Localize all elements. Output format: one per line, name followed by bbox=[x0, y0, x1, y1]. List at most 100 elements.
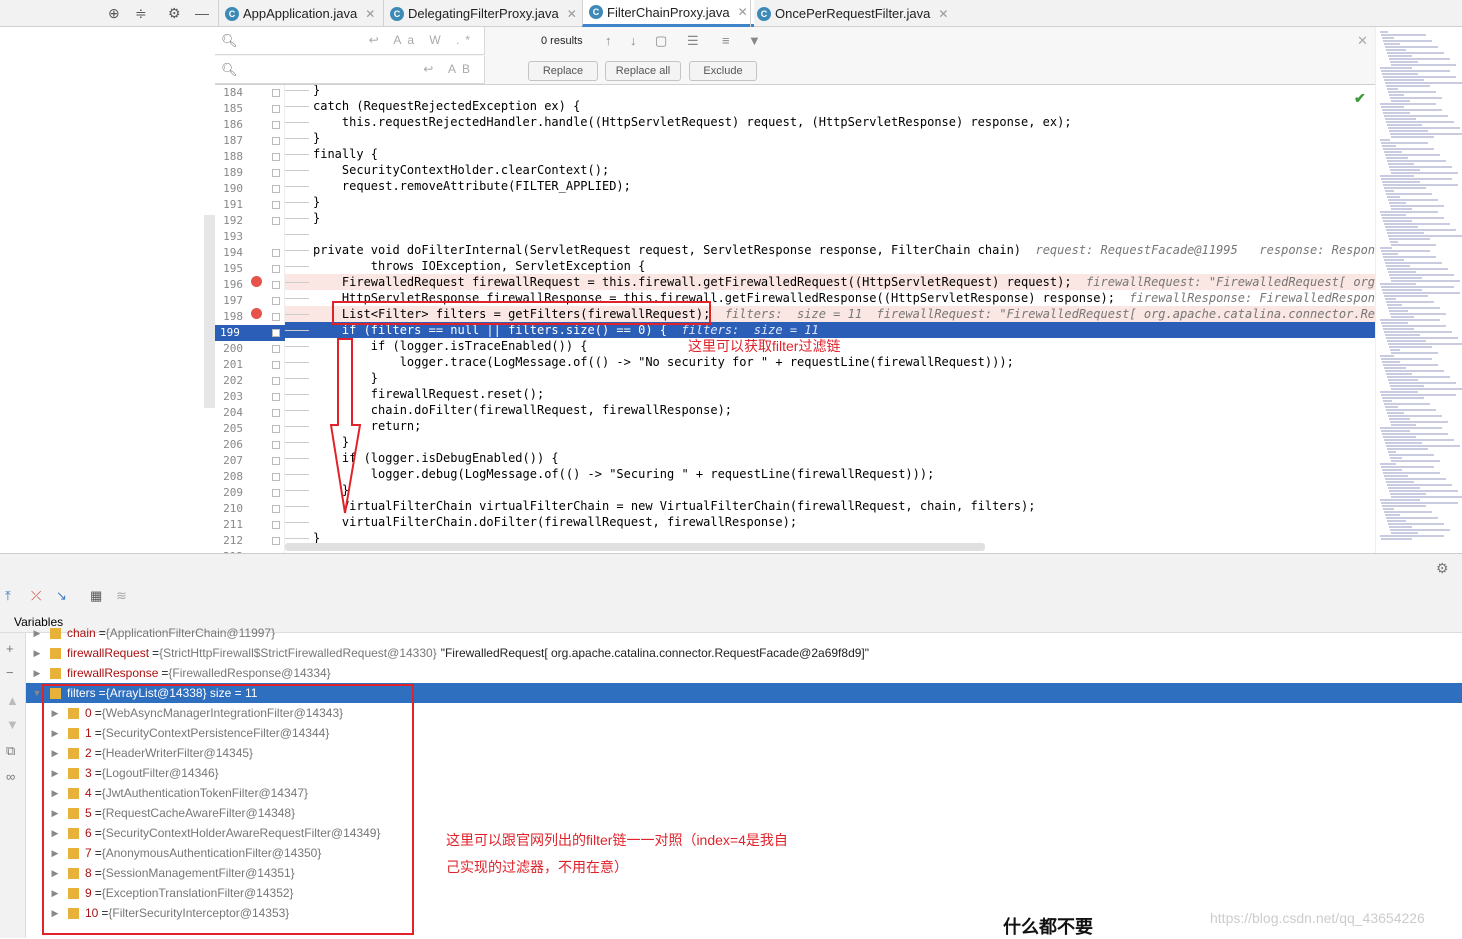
line-number[interactable]: 186 bbox=[215, 117, 243, 133]
arrow-up-icon[interactable]: ↑ bbox=[605, 33, 612, 48]
variable-row-firewallrequest[interactable]: ▶ firewallRequest = {StrictHttpFirewall$St… bbox=[26, 643, 1462, 663]
line-number[interactable]: 193 bbox=[215, 229, 243, 245]
fold-marker[interactable] bbox=[272, 489, 280, 497]
line-number[interactable]: 211 bbox=[215, 517, 243, 533]
gear-icon[interactable]: ⚙ bbox=[1436, 560, 1449, 577]
code-line[interactable]: logger.debug(LogMessage.of(() -> "Securi… bbox=[285, 466, 1375, 482]
fold-marker[interactable] bbox=[272, 313, 280, 321]
chevron-right-icon[interactable]: ▶ bbox=[30, 648, 44, 659]
fold-marker[interactable] bbox=[272, 393, 280, 401]
target-icon[interactable]: ⊕ bbox=[108, 5, 120, 22]
fold-marker[interactable] bbox=[272, 137, 280, 145]
line-number[interactable]: 185 bbox=[215, 101, 243, 117]
step-out-icon[interactable]: ⤒ bbox=[5, 588, 11, 604]
fold-marker[interactable] bbox=[272, 153, 280, 161]
fold-marker[interactable] bbox=[272, 185, 280, 193]
line-number[interactable]: 192 bbox=[215, 213, 243, 229]
chevron-right-icon[interactable]: ▶ bbox=[30, 668, 44, 679]
code-line[interactable]: private void doFilterInternal(ServletReq… bbox=[285, 242, 1375, 258]
fold-marker[interactable] bbox=[272, 457, 280, 465]
line-number[interactable]: 198 bbox=[215, 309, 243, 325]
search-input[interactable]: 🔍︎ ↩ Aa W .* bbox=[215, 27, 485, 55]
replace-options[interactable]: ↩ AB bbox=[423, 62, 476, 76]
minimize-icon[interactable]: — bbox=[195, 5, 209, 21]
code-line[interactable]: catch (RequestRejectedException ex) { bbox=[285, 98, 1375, 114]
fold-marker[interactable] bbox=[272, 361, 280, 369]
line-number[interactable]: 209 bbox=[215, 485, 243, 501]
line-number[interactable]: 188 bbox=[215, 149, 243, 165]
gear-icon[interactable]: ⚙ bbox=[168, 5, 181, 22]
line-number[interactable]: 206 bbox=[215, 437, 243, 453]
code-line[interactable]: } bbox=[285, 482, 1375, 498]
multiline-icon[interactable]: ≡ bbox=[722, 33, 730, 48]
fold-marker[interactable] bbox=[272, 441, 280, 449]
code-line[interactable]: VirtualFilterChain virtualFilterChain = … bbox=[285, 498, 1375, 514]
breakpoint-icon[interactable] bbox=[251, 308, 262, 319]
editor-gutter[interactable]: 184 185 186 187 188 189 190 191 192 193 194 195 196 1… bbox=[215, 85, 285, 563]
line-number[interactable]: 187 bbox=[215, 133, 243, 149]
line-number[interactable]: 202 bbox=[215, 373, 243, 389]
variable-row-chain[interactable]: ▶ chain = {ApplicationFilterChain@11997} bbox=[26, 623, 1462, 643]
code-line[interactable]: } bbox=[285, 130, 1375, 146]
fold-marker[interactable] bbox=[272, 281, 280, 289]
select-all-icon[interactable]: ▢ bbox=[655, 33, 667, 49]
code-line[interactable]: chain.doFilter(firewallRequest, firewall… bbox=[285, 402, 1375, 418]
line-number[interactable]: 184 bbox=[215, 85, 243, 101]
minus-icon[interactable]: − bbox=[6, 665, 14, 680]
line-number[interactable]: 189 bbox=[215, 165, 243, 181]
collapse-icon[interactable]: ≑ bbox=[135, 5, 147, 22]
tab-filterchainproxy[interactable]: C FilterChainProxy.java ✕ bbox=[582, 0, 754, 27]
arrow-down-icon[interactable]: ↓ bbox=[630, 33, 637, 48]
tab-onceperrequestfilter[interactable]: C OncePerRequestFilter.java ✕ bbox=[750, 0, 954, 27]
up-icon[interactable]: ▲ bbox=[6, 693, 19, 708]
breakpoint-icon[interactable] bbox=[251, 276, 262, 287]
fold-marker[interactable] bbox=[272, 473, 280, 481]
glasses-icon[interactable]: ∞ bbox=[6, 769, 15, 784]
copy-icon[interactable]: ⧉ bbox=[6, 743, 15, 759]
run-to-cursor-icon[interactable]: ↘ bbox=[56, 588, 67, 604]
fold-marker[interactable] bbox=[272, 169, 280, 177]
search-options[interactable]: ↩ Aa W .* bbox=[369, 33, 476, 47]
code-line[interactable]: return; bbox=[285, 418, 1375, 434]
code-line[interactable]: SecurityContextHolder.clearContext(); bbox=[285, 162, 1375, 178]
close-icon[interactable]: ✕ bbox=[738, 5, 748, 19]
fold-marker[interactable] bbox=[272, 409, 280, 417]
code-line[interactable]: logger.trace(LogMessage.of(() -> "No sec… bbox=[285, 354, 1375, 370]
fold-marker[interactable] bbox=[272, 249, 280, 257]
code-line[interactable]: FirewalledRequest firewallRequest = this… bbox=[285, 274, 1375, 290]
line-number[interactable]: 210 bbox=[215, 501, 243, 517]
line-number[interactable]: 208 bbox=[215, 469, 243, 485]
line-number[interactable]: 196 bbox=[215, 277, 243, 293]
line-number[interactable]: 205 bbox=[215, 421, 243, 437]
in-selection-icon[interactable]: ☰ bbox=[687, 33, 699, 49]
code-line[interactable]: request.removeAttribute(FILTER_APPLIED); bbox=[285, 178, 1375, 194]
fold-marker[interactable] bbox=[272, 505, 280, 513]
fold-marker[interactable] bbox=[272, 297, 280, 305]
chevron-right-icon[interactable]: ▶ bbox=[30, 628, 44, 639]
fold-marker[interactable] bbox=[272, 89, 280, 97]
fold-marker[interactable] bbox=[272, 537, 280, 545]
code-line[interactable]: finally { bbox=[285, 146, 1375, 162]
horizontal-scrollbar[interactable] bbox=[285, 543, 985, 551]
code-line[interactable]: } bbox=[285, 194, 1375, 210]
fold-marker[interactable] bbox=[272, 521, 280, 529]
exclude-button[interactable]: Exclude bbox=[689, 61, 757, 81]
replace-all-button[interactable]: Replace all bbox=[605, 61, 681, 81]
line-number[interactable]: 195 bbox=[215, 261, 243, 277]
code-line[interactable]: virtualFilterChain.doFilter(firewallRequ… bbox=[285, 514, 1375, 530]
line-number[interactable]: 201 bbox=[215, 357, 243, 373]
close-icon[interactable]: ✕ bbox=[567, 7, 577, 21]
line-number[interactable]: 190 bbox=[215, 181, 243, 197]
minimap[interactable] bbox=[1375, 27, 1462, 553]
code-line[interactable] bbox=[285, 226, 1375, 242]
fold-marker[interactable] bbox=[272, 121, 280, 129]
drop-frame-icon[interactable]: ⤫ bbox=[31, 588, 41, 604]
line-number[interactable]: 204 bbox=[215, 405, 243, 421]
trace-icon[interactable]: ≋ bbox=[116, 588, 127, 604]
close-icon[interactable]: ✕ bbox=[365, 7, 375, 21]
fold-marker[interactable] bbox=[272, 377, 280, 385]
tab-delegatingfilterproxy[interactable]: C DelegatingFilterProxy.java ✕ bbox=[383, 0, 583, 27]
filter-icon[interactable]: ▼ bbox=[748, 33, 761, 48]
fold-marker[interactable] bbox=[272, 201, 280, 209]
code-line[interactable]: } bbox=[285, 210, 1375, 226]
